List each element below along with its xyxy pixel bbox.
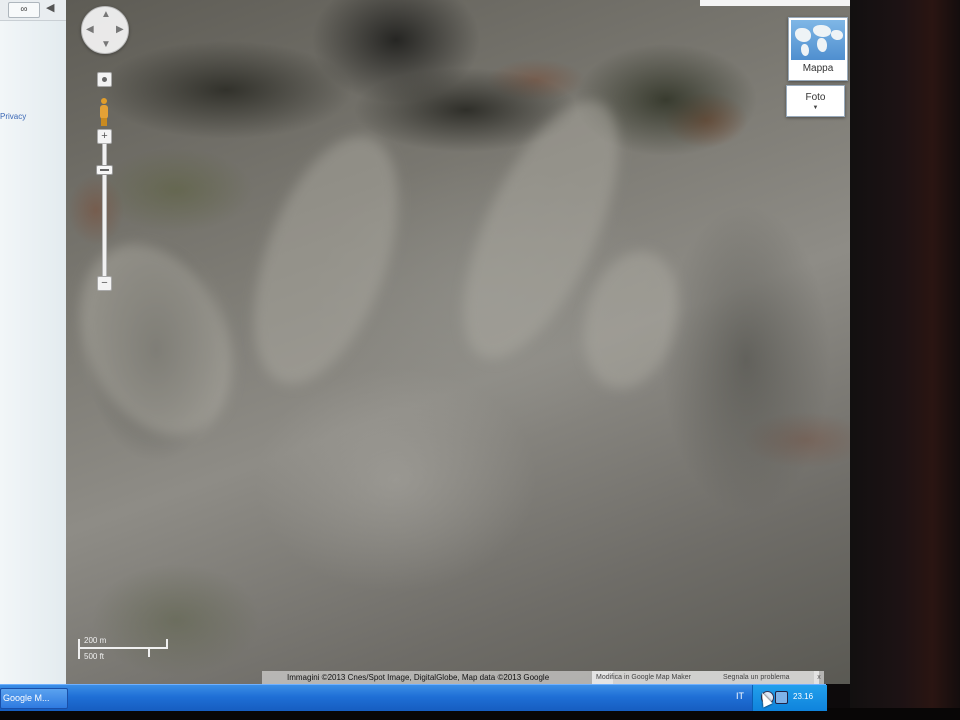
pan-down-icon[interactable]: ▼ (101, 40, 111, 50)
volume-icon[interactable] (775, 691, 788, 704)
pegman-body (100, 105, 108, 119)
imagery-attribution: Immagini ©2013 Cnes/Spot Image, DigitalG… (262, 671, 613, 684)
edit-in-map-maker-link[interactable]: Modifica in Google Map Maker (592, 671, 718, 684)
reset-view-button[interactable] (97, 72, 112, 87)
terrain-ridge (225, 117, 427, 403)
report-problem-link[interactable]: Segnala un problema (718, 671, 819, 684)
privacy-link[interactable]: Privacy (0, 112, 26, 121)
left-sidebar: ∞ ◀ Privacy (0, 0, 67, 684)
zoom-in-button[interactable]: + (97, 129, 112, 144)
monitor-bezel-right (850, 0, 960, 720)
zoom-out-button[interactable]: − (97, 276, 112, 291)
pegman-head (101, 98, 107, 104)
taskbar-clock[interactable]: 23.16 (793, 692, 813, 701)
continent-shape (831, 30, 843, 40)
continent-shape (817, 38, 827, 52)
scale-metric-label: 200 m (84, 636, 107, 645)
pan-right-icon[interactable]: ▶ (116, 25, 124, 35)
continent-shape (795, 28, 811, 42)
map-type-label: Mappa (802, 63, 834, 74)
sidebar-toolbar: ∞ ◀ (0, 0, 66, 21)
taskbar-window-google-maps[interactable]: Google M... (0, 688, 68, 709)
pan-control-icon[interactable]: ▲ ▼ ◀ ▶ (81, 6, 129, 54)
scale-bar: 200 m 500 ft (78, 636, 170, 661)
scale-tick (78, 639, 80, 659)
map-type-button[interactable]: Mappa (788, 17, 848, 81)
scale-imperial-label: 500 ft (84, 652, 105, 661)
zoom-slider-handle[interactable] (96, 165, 113, 175)
link-icon[interactable]: ∞ (8, 2, 40, 18)
scale-line (78, 647, 168, 649)
collapse-panel-icon[interactable]: ◀ (46, 1, 54, 14)
pegman-legs (101, 118, 107, 126)
zoom-slider-track[interactable] (102, 143, 107, 278)
continent-shape (801, 44, 809, 56)
windows-taskbar: Google M... IT 23.16 (0, 684, 827, 711)
scale-tick (166, 639, 168, 648)
continent-shape (813, 25, 831, 37)
close-icon[interactable]: x (814, 671, 824, 684)
street-view-pegman-icon[interactable] (99, 98, 109, 126)
satellite-map-view[interactable]: ▲ ▼ ◀ ▶ + − Mappa Foto ▼ 200 m 500 ft Im… (66, 0, 850, 684)
terrain-ridge (66, 219, 262, 461)
photo-type-label: Foto (805, 92, 826, 103)
pan-up-icon[interactable]: ▲ (101, 10, 111, 20)
scale-tick (148, 648, 150, 657)
window-top-edge (700, 0, 850, 6)
pan-left-icon[interactable]: ◀ (86, 25, 94, 35)
terrain-ridge (569, 240, 693, 400)
world-map-icon (791, 20, 845, 60)
language-indicator[interactable]: IT (736, 691, 744, 701)
photo-type-button[interactable]: Foto ▼ (786, 85, 845, 117)
chevron-down-icon: ▼ (812, 105, 819, 111)
